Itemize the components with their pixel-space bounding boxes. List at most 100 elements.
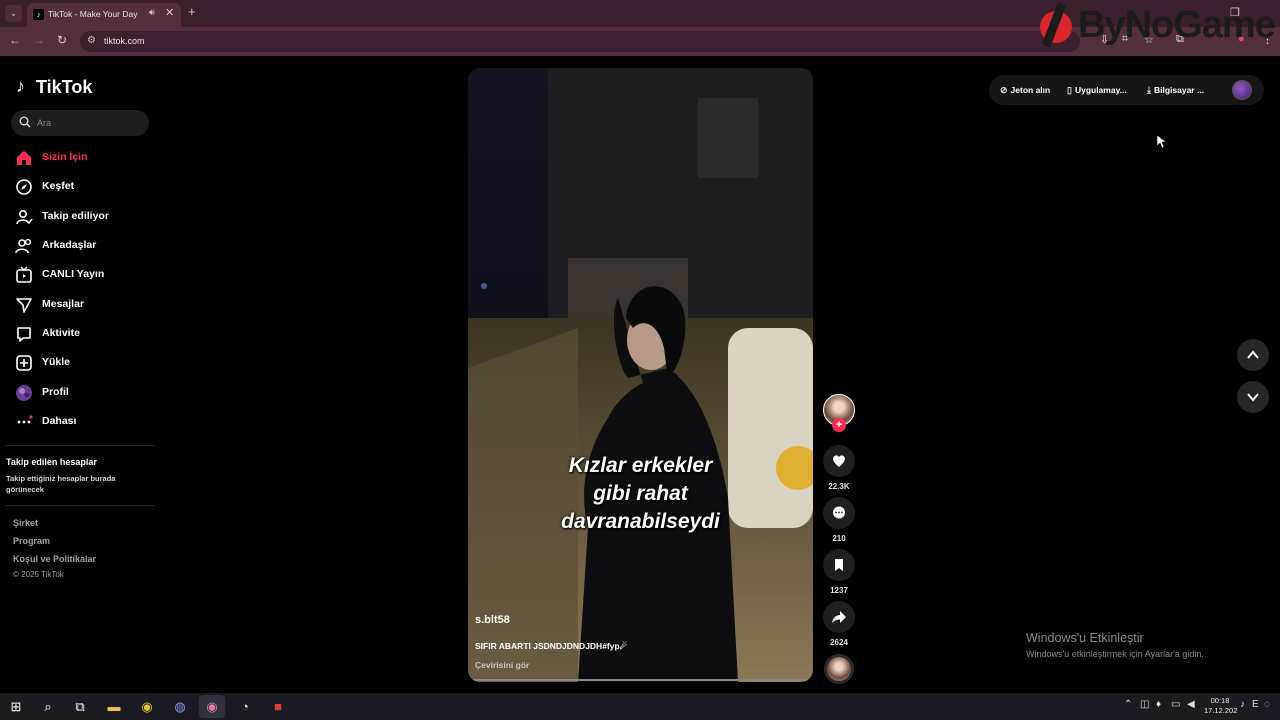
follow-plus-icon[interactable]: + (832, 418, 846, 432)
tiktok-note-icon: ♪ (16, 76, 25, 96)
chevron-up-icon (1247, 350, 1259, 359)
folder-icon: ▬ (107, 699, 121, 714)
like-count: 22.3K (828, 482, 850, 491)
clock-date: 17.12.202 (1204, 706, 1238, 715)
video-player[interactable]: Kızlar erkekler gibi rahat davranabilsey… (468, 68, 813, 682)
upload-icon (16, 355, 32, 371)
discord-icon: ◍ (174, 699, 186, 714)
microphone-icon[interactable]: ♦ (1156, 699, 1161, 710)
sidebar: ♪ TikTok Sizin İçin Keşfet Takip ediliyo… (0, 56, 160, 693)
save-count: 1237 (830, 586, 848, 595)
tab-search-button[interactable]: ⌄ (5, 5, 22, 22)
address-bar[interactable]: ⚙ tiktok.com (80, 31, 1080, 52)
nav-item-more[interactable]: Dahası (0, 409, 160, 435)
following-icon (16, 209, 33, 225)
discord-button[interactable]: ◍ (167, 695, 193, 718)
caption-line: Kızlar erkekler (568, 454, 713, 477)
nav-item-for-you[interactable]: Sizin İçin (0, 145, 160, 171)
app-button[interactable]: ◔ (232, 695, 258, 718)
search-box[interactable] (11, 110, 149, 136)
caption-line: davranabilseydi (561, 510, 720, 533)
nav-label: Sizin İçin (42, 151, 88, 163)
share-button[interactable] (823, 601, 855, 633)
tab-audio-icon[interactable]: 🔊︎ (149, 7, 155, 18)
bynogame-logo: ByNoGame (1036, 2, 1280, 52)
nav-item-explore[interactable]: Keşfet (0, 174, 160, 200)
nav-label: Mesajlar (42, 298, 85, 310)
desktop-app-button[interactable]: ⤓ Bilgisayar ... (1147, 85, 1204, 96)
desktop-app-label: Bilgisayar ... (1153, 85, 1205, 95)
next-video-button[interactable] (1237, 381, 1269, 413)
comment-button[interactable] (823, 497, 855, 529)
network-icon[interactable]: ▭ (1171, 699, 1180, 710)
notification-icon[interactable]: ◌ (1264, 699, 1270, 710)
more-icon (17, 415, 33, 424)
previous-video-button[interactable] (1237, 339, 1269, 371)
save-button[interactable] (823, 549, 855, 581)
search-icon (19, 116, 31, 128)
phone-icon: ▯ (1067, 85, 1072, 95)
tray-app-icon[interactable]: ◫ (1140, 699, 1149, 710)
footer-link-program[interactable]: Program (13, 536, 50, 546)
nav-label: Aktivite (42, 327, 80, 339)
nav-item-live[interactable]: CANLI Yayın (0, 262, 160, 288)
nav-item-following[interactable]: Takip ediliyor (0, 204, 160, 230)
tray-overflow-icon[interactable]: ⌃ (1124, 699, 1132, 710)
footer-link-terms[interactable]: Koşul ve Politikalar (13, 554, 96, 564)
sidebar-divider (5, 505, 155, 506)
mic-indicator-icon[interactable]: ♪ (1240, 699, 1245, 710)
file-explorer-button[interactable]: ▬ (101, 695, 127, 718)
video-caption: Kızlar erkekler gibi rahat davranabilsey… (468, 452, 813, 536)
browser-tab[interactable]: ♪ TikTok - Make Your Day 🔊︎ ✕ (27, 3, 181, 27)
nav-label: Dahası (42, 415, 77, 427)
back-button[interactable]: ← (9, 33, 21, 47)
like-button[interactable] (823, 445, 855, 477)
get-app-button[interactable]: ▯ Uygulamay... (1067, 85, 1127, 96)
search-input[interactable] (37, 116, 137, 130)
music-disc[interactable] (824, 654, 854, 684)
chrome-button[interactable]: ◉ (134, 695, 160, 718)
windows-logo-icon: ⊞ (10, 699, 22, 714)
recorder-button[interactable]: ■ (265, 695, 291, 718)
caption-line: gibi rahat (593, 482, 688, 505)
task-view-button[interactable]: ⧉ (67, 695, 93, 718)
see-translation-link[interactable]: Çevirisini gör (475, 660, 529, 670)
language-icon[interactable]: E (1252, 699, 1259, 710)
video-description: SIFIR ABARTI JSDNDJDNDJDH#fyp☄ (475, 641, 628, 651)
video-progress-bar[interactable] (470, 679, 811, 681)
nav-label: CANLI Yayın (42, 268, 105, 280)
volume-icon[interactable]: ◀︎ (1187, 699, 1195, 710)
start-button[interactable]: ⊞ (3, 695, 29, 718)
browser-active-button[interactable]: ◉ (199, 695, 225, 718)
nav-label: Keşfet (42, 180, 75, 192)
comment-icon (833, 506, 845, 519)
get-coins-button[interactable]: ⊘ Jeton alın (1000, 85, 1050, 96)
nav-item-profile[interactable]: Profil (0, 380, 160, 406)
taskbar-clock[interactable]: 00:18 17.12.202 (1204, 696, 1238, 716)
chrome-icon: ◉ (141, 699, 153, 714)
footer-link-company[interactable]: Şirket (13, 518, 38, 528)
taskbar-search-button[interactable]: ⌕ (35, 695, 61, 718)
bookmark-icon (835, 559, 843, 571)
tab-close-icon[interactable]: ✕ (165, 6, 174, 19)
heart-icon (833, 455, 845, 467)
forward-button[interactable]: → (33, 33, 45, 47)
site-info-icon[interactable]: ⚙ (87, 35, 96, 46)
tab-title: TikTok - Make Your Day (48, 9, 138, 19)
url-text: tiktok.com (104, 36, 145, 46)
share-count: 2624 (830, 638, 848, 647)
activity-icon (17, 327, 31, 342)
windows-taskbar: ⊞ ⌕ ⧉ ▬ ◉ ◍ ◉ ◔ ■ ⌃ ◫ ♦ ▭ ◀︎ 00:18 17.12… (0, 693, 1280, 720)
nav-item-messages[interactable]: Mesajlar (0, 292, 160, 318)
nav-item-friends[interactable]: Arkadaşlar (0, 233, 160, 259)
nav-item-upload[interactable]: Yükle (0, 350, 160, 376)
video-username[interactable]: s.blt58 (475, 614, 510, 626)
reload-button[interactable]: ↻ (57, 33, 67, 47)
friends-icon (15, 238, 32, 254)
followed-accounts-title: Takip edilen hesaplar (6, 457, 97, 467)
user-avatar[interactable] (1232, 80, 1252, 100)
new-tab-button[interactable]: + (188, 4, 196, 19)
bynogame-emblem-icon (1040, 2, 1072, 48)
nav-item-activity[interactable]: Aktivite (0, 321, 160, 347)
clock-time: 00:18 (1210, 696, 1230, 705)
